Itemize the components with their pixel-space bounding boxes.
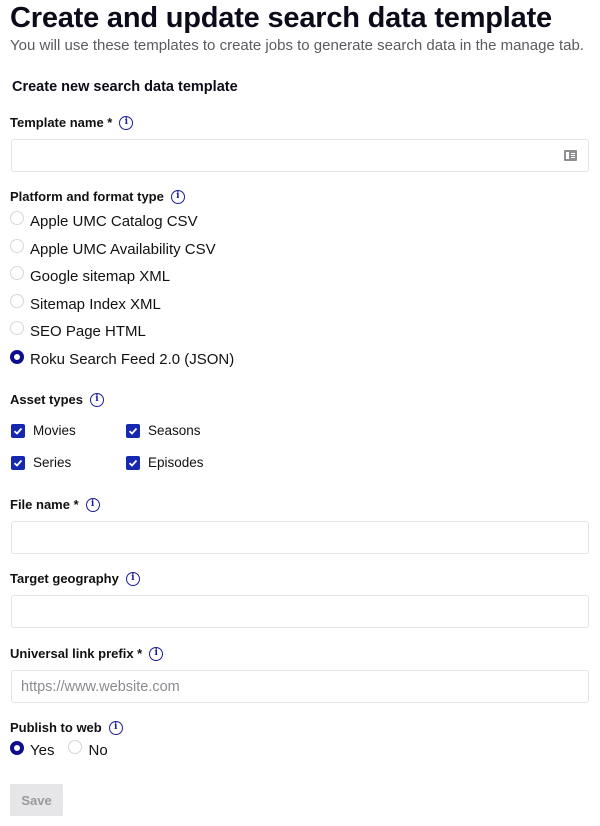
checkbox[interactable]	[11, 455, 25, 470]
radio-button[interactable]	[10, 320, 24, 335]
radio-button[interactable]	[10, 210, 24, 225]
checkbox[interactable]	[126, 455, 140, 470]
checkbox-label: Movies	[33, 423, 76, 438]
universal-link-prefix-label: Universal link prefix * i	[10, 646, 164, 661]
universal-link-prefix-label-text: Universal link prefix *	[10, 646, 143, 661]
universal-link-prefix-input[interactable]	[11, 670, 589, 703]
radio-label: No	[88, 742, 108, 759]
publish-option-no[interactable]: No	[68, 739, 108, 759]
checkbox[interactable]	[126, 423, 140, 438]
asset-type-movies[interactable]: Movies	[11, 423, 76, 438]
platform-option-seo-page[interactable]: SEO Page HTML	[10, 320, 146, 340]
radio-button[interactable]	[10, 238, 24, 253]
radio-label: Apple UMC Catalog CSV	[30, 213, 198, 230]
asset-types-label: Asset types i	[10, 392, 104, 407]
radio-button[interactable]	[10, 265, 24, 280]
file-name-label: File name * i	[10, 497, 100, 512]
file-name-label-text: File name *	[10, 497, 79, 512]
publish-to-web-label: Publish to web i	[10, 720, 123, 735]
asset-type-series[interactable]: Series	[11, 455, 71, 470]
target-geography-input[interactable]	[11, 595, 589, 628]
platform-label-text: Platform and format type	[10, 189, 164, 204]
contact-card-icon[interactable]	[564, 150, 577, 161]
template-name-label: Template name * i	[10, 115, 134, 130]
asset-type-episodes[interactable]: Episodes	[126, 455, 204, 470]
checkmark-icon	[13, 427, 23, 435]
checkbox-label: Series	[33, 455, 72, 470]
asset-types-label-text: Asset types	[10, 392, 83, 407]
radio-label: Google sitemap XML	[30, 268, 171, 285]
info-icon[interactable]: i	[125, 571, 140, 586]
platform-option-roku-search-feed[interactable]: Roku Search Feed 2.0 (JSON)	[10, 349, 235, 368]
info-icon[interactable]: i	[149, 646, 164, 661]
radio-label: Yes	[30, 742, 55, 759]
page-title: Create and update search data template	[10, 2, 552, 34]
platform-option-apple-umc-catalog[interactable]: Apple UMC Catalog CSV	[10, 210, 198, 230]
info-icon[interactable]: i	[170, 189, 185, 204]
page-subtitle: You will use these templates to create j…	[10, 37, 584, 54]
checkmark-icon	[128, 459, 138, 467]
publish-to-web-radio-group: Yes No	[10, 739, 108, 759]
checkmark-icon	[128, 427, 138, 435]
radio-label: Sitemap Index XML	[30, 296, 161, 313]
checkbox[interactable]	[11, 423, 25, 438]
asset-type-seasons[interactable]: Seasons	[126, 423, 201, 438]
publish-to-web-label-text: Publish to web	[10, 720, 102, 735]
template-name-label-text: Template name *	[10, 115, 113, 130]
template-name-input[interactable]	[11, 139, 589, 172]
radio-button[interactable]	[10, 740, 24, 755]
radio-label: SEO Page HTML	[30, 323, 146, 340]
publish-option-yes[interactable]: Yes	[10, 740, 55, 759]
file-name-input[interactable]	[11, 521, 589, 554]
info-icon[interactable]: i	[119, 115, 134, 130]
save-button[interactable]: Save	[10, 784, 63, 816]
radio-label: Roku Search Feed 2.0 (JSON)	[30, 351, 235, 368]
checkbox-label: Seasons	[148, 423, 201, 438]
info-icon[interactable]: i	[108, 720, 123, 735]
platform-label: Platform and format type i	[10, 189, 185, 204]
platform-option-apple-umc-availability[interactable]: Apple UMC Availability CSV	[10, 238, 216, 258]
radio-button[interactable]	[68, 739, 83, 754]
info-icon[interactable]: i	[89, 392, 104, 407]
info-icon[interactable]: i	[85, 497, 100, 512]
target-geography-label-text: Target geography	[10, 571, 119, 586]
section-title: Create new search data template	[12, 79, 238, 95]
checkmark-icon	[13, 459, 23, 467]
radio-label: Apple UMC Availability CSV	[30, 241, 216, 258]
platform-option-google-sitemap[interactable]: Google sitemap XML	[10, 265, 171, 285]
platform-option-sitemap-index[interactable]: Sitemap Index XML	[10, 293, 161, 313]
radio-button[interactable]	[10, 293, 24, 308]
checkbox-label: Episodes	[148, 455, 204, 470]
radio-button[interactable]	[10, 349, 24, 364]
target-geography-label: Target geography i	[10, 571, 140, 586]
